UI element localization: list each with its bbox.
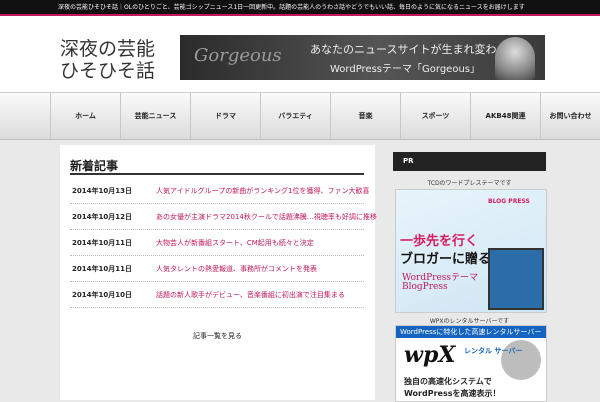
- top-info-bar: 深夜の芸能ひそひそ話｜OLのひとりごと、芸能ゴシップニュース1日一回更新中。話題…: [0, 0, 600, 16]
- post-link[interactable]: あの女優が主演ドラマ2014秋クールで話題沸騰…視聴率も好調に推移: [156, 212, 377, 222]
- post-date: 2014年10月11日: [72, 265, 132, 273]
- ad-headline-2: ブロガーに贈る: [400, 252, 492, 267]
- blogpress-ad[interactable]: BLOG PRESS 一歩先を行く ブロガーに贈る WordPressテーマ B…: [395, 189, 547, 313]
- post-row: 2014年10月10日 話題の新人歌手がデビュー、音楽番組に初出演で注目集まる: [70, 283, 364, 308]
- post-row: 2014年10月12日 あの女優が主演ドラマ2014秋クールで話題沸騰…視聴率も…: [70, 205, 377, 230]
- site-header: 深夜の芸能 ひそひそ話 Gorgeous あなたのニュースサイトが生まれ変わる …: [0, 16, 600, 92]
- post-row: 2014年10月11日 大物芸人が新番組スタート、CM起用も続々と決定: [70, 231, 364, 256]
- logo-line-2: ひそひそ話: [60, 60, 156, 82]
- post-link[interactable]: 大物芸人が新番組スタート、CM起用も続々と決定: [156, 238, 314, 248]
- top-info-text: 深夜の芸能ひそひそ話｜OLのひとりごと、芸能ゴシップニュース1日一回更新中。話題…: [58, 4, 525, 11]
- ad2-caption: WPXのレンタルサーバーです: [429, 318, 510, 325]
- more-posts-link[interactable]: 記事一覧を見る: [60, 331, 375, 341]
- wpx-ad[interactable]: WordPressに特化した高速レンタルサーバー wpX レンタル サーバー 独…: [395, 325, 547, 402]
- main-content: 新着記事 2014年10月13日 人気アイドルグループの新曲がランキング1位を獲…: [60, 145, 377, 400]
- ad2-line-1: 独自の高速化システムで: [404, 377, 492, 386]
- wpx-logo: wpX: [404, 342, 456, 368]
- banner-script-text: Gorgeous: [194, 45, 282, 66]
- section-heading: 新着記事: [70, 157, 364, 175]
- pr-label: PR: [403, 157, 414, 165]
- ad-product-logo: BLOG PRESS: [488, 198, 530, 205]
- post-link[interactable]: 人気タレントの熱愛報道、事務所がコメントを発表: [156, 264, 317, 274]
- post-date: 2014年10月12日: [72, 213, 132, 221]
- nav-item-home[interactable]: ホーム: [50, 93, 120, 139]
- ad2-line-2: WordPressを高速表示！: [404, 389, 501, 398]
- banner-tagline: あなたのニュースサイトが生まれ変わる: [310, 43, 508, 56]
- ad2-band: WordPressに特化した高速レンタルサーバー: [396, 326, 546, 338]
- nav-item-music[interactable]: 音楽: [330, 93, 400, 139]
- nav-item-contact[interactable]: お問い合わせ: [540, 93, 600, 139]
- logo-line-1: 深夜の芸能: [60, 38, 156, 60]
- post-date: 2014年10月13日: [72, 187, 132, 195]
- site-logo[interactable]: 深夜の芸能 ひそひそ話: [60, 38, 165, 82]
- post-link[interactable]: 話題の新人歌手がデビュー、音楽番組に初出演で注目集まる: [156, 290, 345, 300]
- post-row: 2014年10月13日 人気アイドルグループの新曲がランキング1位を獲得、ファン…: [70, 179, 369, 204]
- post-date: 2014年10月11日: [72, 239, 132, 247]
- pr-header: PR: [393, 152, 546, 171]
- post-link[interactable]: 人気アイドルグループの新曲がランキング1位を獲得、ファン大歓喜: [156, 186, 369, 196]
- tablet-image: [488, 248, 544, 310]
- banner-product: WordPressテーマ「Gorgeous」: [330, 64, 480, 75]
- nav-item-akb48[interactable]: AKB48関連: [470, 93, 540, 139]
- post-date: 2014年10月10日: [72, 291, 132, 299]
- nav-item-drama[interactable]: ドラマ: [190, 93, 260, 139]
- banner-model-image: [495, 37, 535, 80]
- header-banner-ad[interactable]: Gorgeous あなたのニュースサイトが生まれ変わる WordPressテーマ…: [180, 35, 545, 80]
- nav-right-group: AKB48関連 お問い合わせ: [400, 92, 600, 139]
- nav-item-news[interactable]: 芸能ニュース: [120, 93, 190, 139]
- ad-headline-1: 一歩先を行く: [400, 234, 479, 249]
- nav-item-variety[interactable]: バラエティ: [260, 93, 330, 139]
- ad-subline-2: BlogPress: [402, 282, 448, 292]
- ad1-caption: TCDのワードプレステーマです: [427, 180, 512, 187]
- ad2-sub: レンタル サーバー: [464, 347, 523, 355]
- post-row: 2014年10月11日 人気タレントの熱愛報道、事務所がコメントを発表: [70, 257, 364, 282]
- sidebar: PR TCDのワードプレステーマです BLOG PRESS 一歩先を行く ブロガ…: [393, 152, 547, 402]
